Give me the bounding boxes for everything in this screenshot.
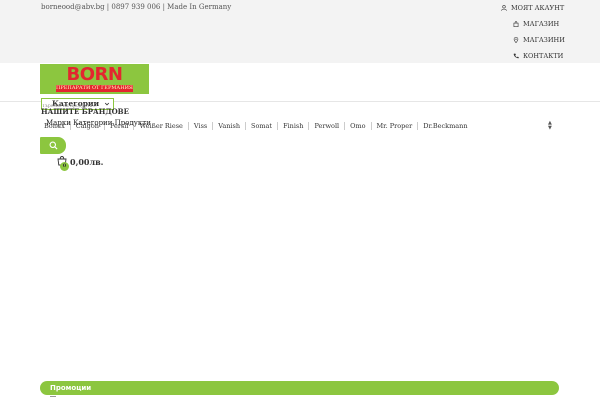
brand-link-vanish[interactable]: Vanish xyxy=(212,122,245,130)
stores-link[interactable]: МАГАЗИНИ xyxy=(513,36,565,44)
my-account-link[interactable]: МОЯТ АКАУНТ xyxy=(501,4,564,12)
my-account-label: МОЯТ АКАУНТ xyxy=(511,4,565,12)
search-icon xyxy=(49,141,58,150)
brand-link-dr-beckmann[interactable]: Dr.Beckmann xyxy=(417,122,472,130)
brand-link-finish[interactable]: Finish xyxy=(277,122,308,130)
logo-tagline: ПРЕПАРАТИ ОТ ГЕРМАНИЯ xyxy=(56,85,133,92)
contacts-label: КОНТАКТИ xyxy=(523,52,564,60)
brands-title: НАШИТЕ БРАНДОВЕ xyxy=(41,107,129,116)
search-button[interactable] xyxy=(40,137,66,154)
stores-label: МАГАЗИНИ xyxy=(523,36,565,44)
brand-link-somat[interactable]: Somat xyxy=(245,122,277,130)
bag-icon xyxy=(513,21,519,27)
cart-count-badge: 0 xyxy=(60,162,69,171)
shop-label: МАГАЗИН xyxy=(523,20,560,28)
topbar: borneood@abv.bg | 0897 939 006 | Made In… xyxy=(0,0,600,63)
brand-link-omo[interactable]: Omo xyxy=(344,122,370,130)
logo-name: BORN xyxy=(66,64,123,85)
brand-link-mr-proper[interactable]: Mr. Proper xyxy=(370,122,418,130)
promotions-label: Промоции xyxy=(50,384,92,392)
contact-info: borneood@abv.bg | 0897 939 006 | Made In… xyxy=(41,3,232,11)
contacts-link[interactable]: КОНТАКТИ xyxy=(513,52,563,60)
search-scope-tabs[interactable]: Марки Категории Продукти xyxy=(46,119,151,127)
content-divider xyxy=(50,396,56,397)
shop-link[interactable]: МАГАЗИН xyxy=(513,20,559,28)
brand-link-perwoll[interactable]: Perwoll xyxy=(308,122,344,130)
brand-link-viss[interactable]: Viss xyxy=(187,122,212,130)
arrow-down-icon: ▼ xyxy=(548,125,552,131)
cart-total[interactable]: 0,00лв. xyxy=(70,157,103,167)
brand-nav-scroll[interactable]: ▲ ▼ xyxy=(548,121,552,131)
phone-icon xyxy=(513,53,519,59)
site-logo[interactable]: BORN ПРЕПАРАТИ ОТ ГЕРМАНИЯ xyxy=(40,64,149,94)
promotions-bar[interactable]: Промоции xyxy=(40,381,559,395)
user-icon xyxy=(501,5,507,11)
location-icon xyxy=(513,37,519,43)
